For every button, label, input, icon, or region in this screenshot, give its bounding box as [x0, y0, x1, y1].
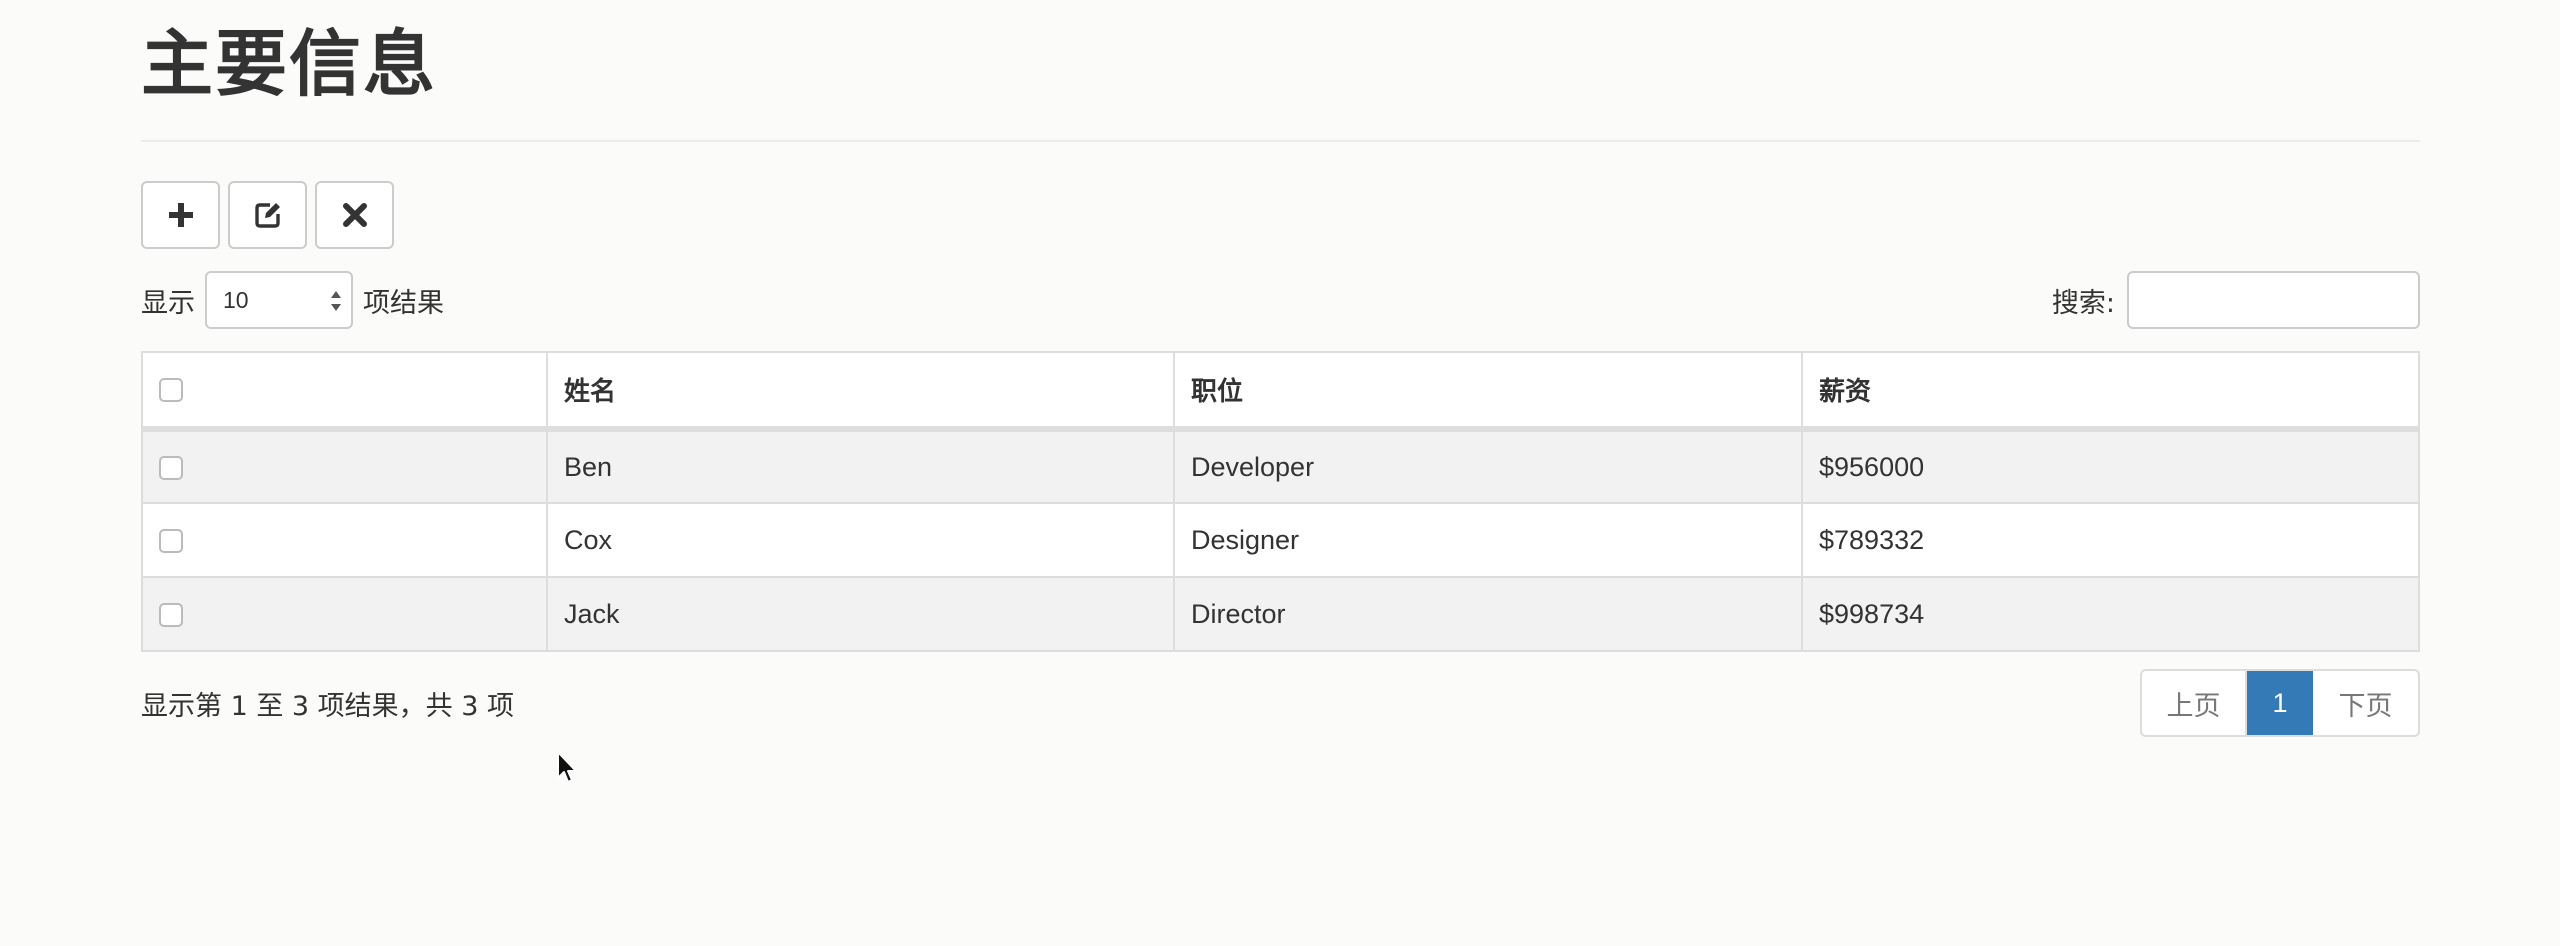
page-1-button[interactable]: 1	[2247, 671, 2313, 735]
row-checkbox[interactable]	[159, 456, 183, 481]
cell-position: Developer	[1173, 428, 1803, 504]
column-header-name[interactable]: 姓名	[546, 351, 1175, 432]
add-button[interactable]	[141, 181, 220, 249]
page-length-select[interactable]: 10	[205, 271, 353, 329]
table-row[interactable]: Cox Designer $789332	[141, 502, 2420, 578]
page-container: 主要信息 显示 10 项结果 搜索: 姓名 职位 薪资 Ben Develope…	[141, 0, 2420, 946]
length-control: 显示 10 项结果	[141, 270, 444, 330]
toolbar	[141, 181, 394, 249]
cell-position: Director	[1173, 576, 1803, 652]
page-length-value: 10	[223, 287, 249, 313]
mouse-pointer-icon	[557, 751, 577, 783]
length-prefix-label: 显示	[141, 287, 195, 319]
table-info: 显示第 1 至 3 项结果，共 3 项	[141, 691, 515, 722]
cell-salary: $789332	[1801, 502, 2420, 578]
delete-button[interactable]	[315, 181, 394, 249]
next-page-button[interactable]: 下页	[2313, 671, 2418, 735]
search-input[interactable]	[2127, 271, 2420, 329]
cell-name: Jack	[546, 576, 1175, 652]
search-label: 搜索:	[2051, 287, 2115, 319]
cell-name: Cox	[546, 502, 1175, 578]
cell-name: Ben	[546, 428, 1175, 504]
select-all-checkbox[interactable]	[159, 378, 183, 402]
row-checkbox-cell	[141, 428, 548, 504]
row-checkbox-cell	[141, 576, 548, 652]
row-checkbox-cell	[141, 502, 548, 578]
title-divider	[141, 140, 2420, 142]
row-checkbox[interactable]	[159, 603, 183, 628]
cell-position: Designer	[1173, 502, 1803, 578]
close-icon	[342, 203, 367, 227]
table-row[interactable]: Jack Director $998734	[141, 576, 2420, 652]
edit-icon	[254, 203, 280, 228]
prev-page-button[interactable]: 上页	[2142, 671, 2247, 735]
data-table: 姓名 职位 薪资 Ben Developer $956000 Cox Desig…	[141, 351, 2420, 652]
page-title: 主要信息	[141, 22, 438, 106]
table-header-row: 姓名 职位 薪资	[141, 351, 2420, 432]
cell-salary: $998734	[1801, 576, 2420, 652]
table-row[interactable]: Ben Developer $956000	[141, 428, 2420, 504]
length-suffix-label: 项结果	[363, 287, 444, 319]
select-all-cell	[141, 351, 548, 432]
row-checkbox[interactable]	[159, 529, 183, 554]
select-arrows-icon	[331, 291, 341, 311]
pagination: 上页 1 下页	[2140, 669, 2420, 737]
search-control: 搜索:	[2052, 270, 2420, 330]
cell-salary: $956000	[1801, 428, 2420, 504]
column-header-salary[interactable]: 薪资	[1801, 351, 2420, 432]
plus-icon	[168, 203, 193, 227]
column-header-position[interactable]: 职位	[1173, 351, 1803, 432]
edit-button[interactable]	[228, 181, 307, 249]
